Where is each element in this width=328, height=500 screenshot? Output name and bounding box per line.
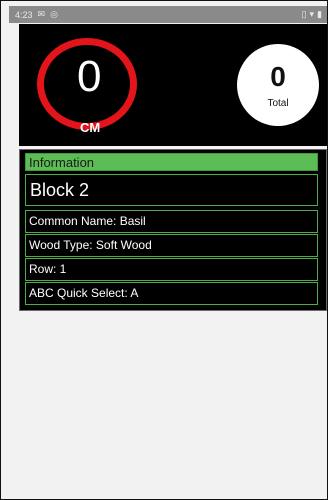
status-bar-left: 4:23 ✉ ◎ [15, 9, 58, 20]
vibrate-icon: ▯ [301, 9, 307, 19]
total-label: Total [267, 98, 289, 109]
wifi-icon: ▾ [309, 9, 315, 19]
abc-quick-select-field[interactable]: ABC Quick Select: A [25, 282, 318, 305]
status-time: 4:23 [15, 9, 33, 20]
status-bar-right: ▯ ▾ ▮ [302, 9, 322, 20]
information-card: Information Block 2 Common Name: Basil W… [19, 149, 327, 311]
status-bar: 4:23 ✉ ◎ ▯ ▾ ▮ [9, 6, 327, 23]
app-frame: 4:23 ✉ ◎ ▯ ▾ ▮ 0 CM 0 Total Information … [0, 0, 328, 500]
wood-type-field[interactable]: Wood Type: Soft Wood [25, 234, 318, 257]
block-field[interactable]: Block 2 [25, 174, 318, 206]
count-panel: 0 CM 0 Total [19, 24, 327, 146]
common-name-field[interactable]: Common Name: Basil [25, 210, 318, 233]
highlight-circle-annotation [37, 38, 137, 130]
battery-icon: ▮ [317, 9, 322, 19]
row-field[interactable]: Row: 1 [25, 258, 318, 281]
notification-icon: ✉ [37, 9, 46, 19]
information-header: Information [25, 153, 318, 171]
count-label: CM [80, 120, 101, 135]
total-value: 0 [270, 61, 286, 92]
total-badge[interactable]: 0 Total [237, 44, 319, 126]
data-saver-icon: ◎ [50, 9, 58, 19]
